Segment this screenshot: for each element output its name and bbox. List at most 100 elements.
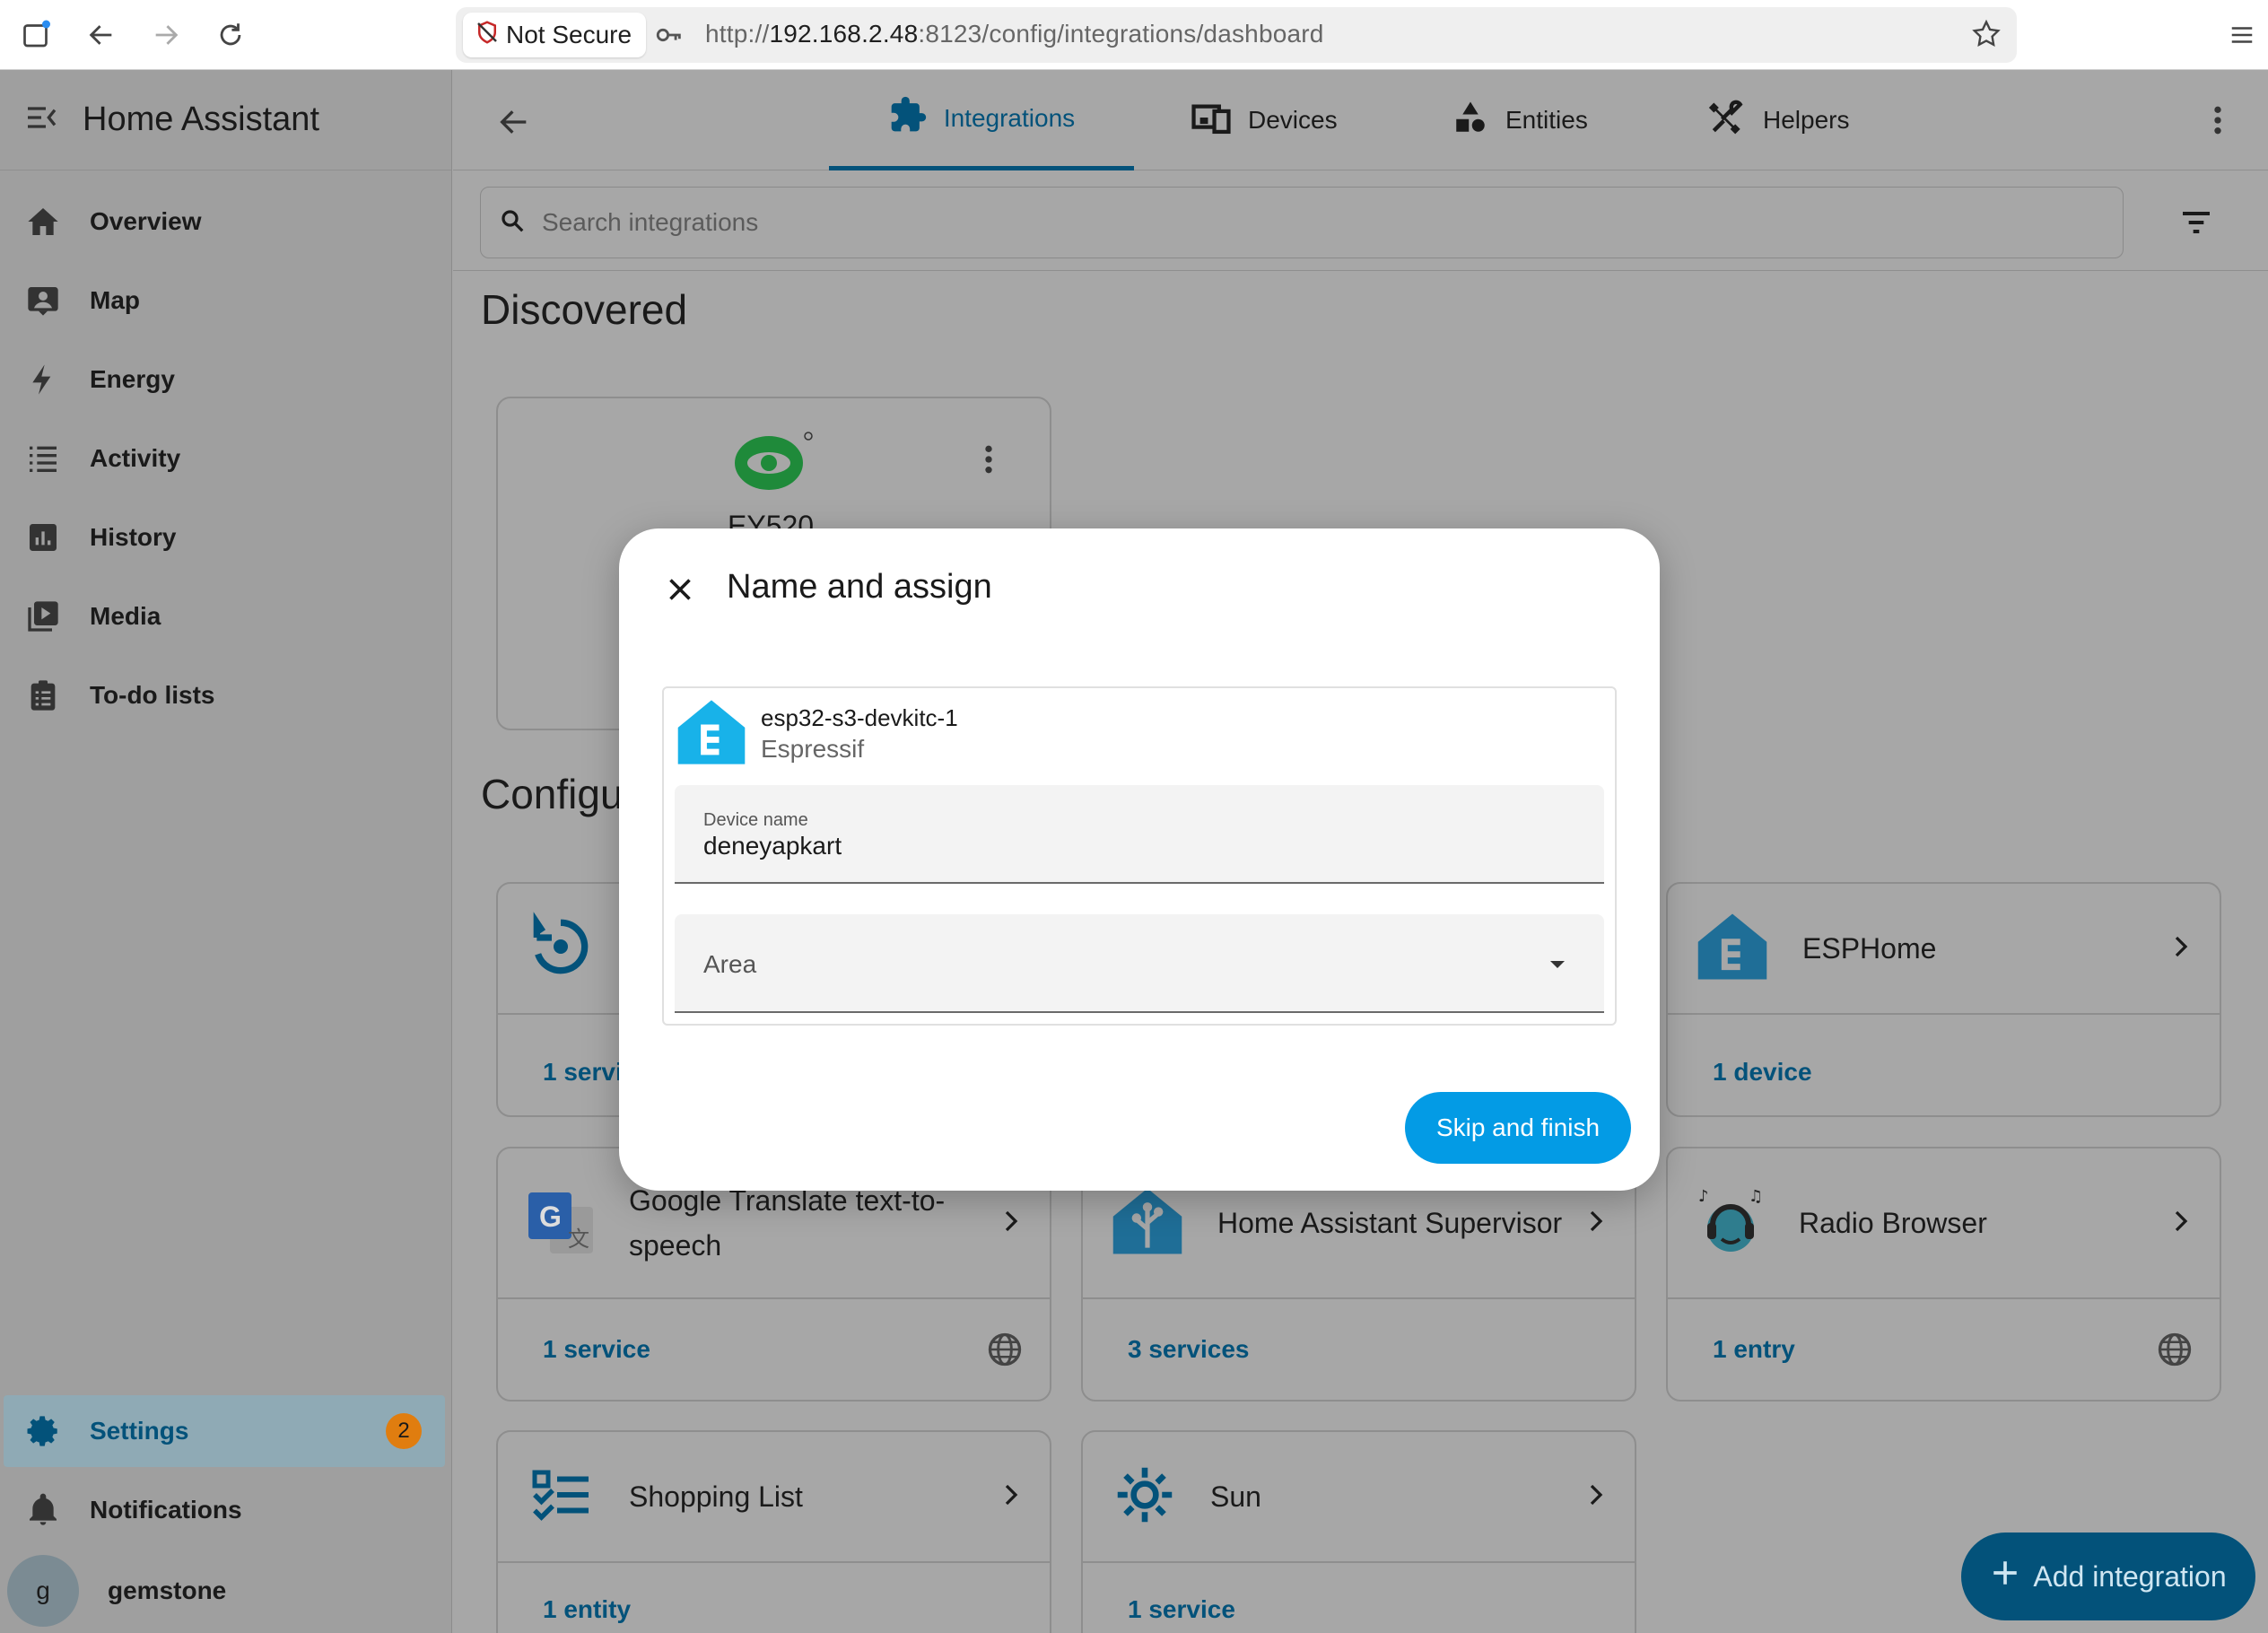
card-header: ♪ ♫ Radio Browser	[1668, 1148, 2220, 1299]
chart-icon	[23, 518, 63, 557]
sidebar-item-label: Notifications	[90, 1496, 242, 1524]
star-icon[interactable]	[1970, 18, 2002, 55]
card-footer[interactable]: 1 device	[1713, 1058, 1812, 1087]
skip-and-finish-button[interactable]: Skip and finish	[1405, 1092, 1631, 1164]
sidebar-item-overview[interactable]: Overview	[0, 186, 452, 258]
menu-icon[interactable]	[2221, 14, 2263, 56]
card-name: Shopping List	[629, 1480, 803, 1513]
svg-text:♫: ♫	[1749, 1187, 1763, 1206]
dialog-title: Name and assign	[727, 568, 992, 606]
globe-icon	[2155, 1330, 2194, 1374]
card-footer[interactable]: 1 servi	[543, 1058, 623, 1087]
devices-icon	[1191, 100, 1232, 142]
close-icon[interactable]	[655, 564, 705, 615]
filter-icon[interactable]	[2178, 205, 2214, 245]
tab-label: Entities	[1505, 106, 1588, 134]
browser-toolbar: Not Secure http://192.168.2.48:8123/conf…	[0, 0, 2268, 70]
device-panel: esp32-s3-devkitc-1 Espressif Device name…	[662, 686, 1617, 1026]
gear-icon	[23, 1411, 63, 1451]
not-secure-chip[interactable]: Not Secure	[463, 13, 647, 57]
area-label: Area	[703, 950, 757, 978]
sidebar-item-label: Activity	[90, 444, 181, 472]
puzzle-icon	[888, 95, 928, 141]
chevron-right-icon[interactable]	[2168, 933, 2194, 965]
address-bar[interactable]: Not Secure http://192.168.2.48:8123/conf…	[456, 7, 2017, 63]
integration-card-sun[interactable]: Sun 1 service	[1081, 1430, 1636, 1633]
back-icon[interactable]	[81, 14, 122, 56]
tab-helpers[interactable]: Helpers	[1707, 70, 1849, 170]
shield-off-icon	[474, 19, 501, 52]
sidebar-title: Home Assistant	[83, 100, 319, 138]
backup-icon	[525, 911, 597, 987]
plus-icon	[1990, 1558, 2020, 1595]
radio-browser-icon: ♪ ♫	[1695, 1185, 1766, 1262]
key-icon[interactable]	[653, 20, 685, 55]
device-name-field[interactable]: Device name	[675, 785, 1604, 884]
menu-collapse-icon[interactable]	[23, 100, 59, 140]
home-icon	[23, 202, 63, 241]
user-name: gemstone	[108, 1576, 227, 1604]
sidebar-item-history[interactable]: History	[0, 502, 452, 573]
card-name: Radio Browser	[1799, 1207, 1987, 1239]
integration-card-radio-browser[interactable]: ♪ ♫ Radio Browser 1 entry	[1666, 1147, 2221, 1402]
card-header: ESPHome	[1668, 884, 2220, 1015]
device-manufacturer: Espressif	[761, 735, 865, 763]
back-arrow-icon[interactable]	[496, 104, 532, 144]
sidebar-item-map[interactable]: Map	[0, 265, 452, 336]
card-footer[interactable]: 3 services	[1128, 1335, 1249, 1364]
divider	[453, 270, 2268, 271]
device-name-input[interactable]	[703, 832, 1583, 860]
device-name-label: Device name	[703, 810, 808, 830]
sidebar-item-label: Media	[90, 602, 161, 630]
area-select[interactable]: Area	[675, 914, 1604, 1013]
sidebar-item-notifications[interactable]: Notifications	[0, 1474, 452, 1546]
overflow-menu-icon[interactable]	[2211, 102, 2224, 143]
chevron-right-icon[interactable]	[1583, 1481, 1609, 1513]
discovered-overflow-icon[interactable]	[982, 441, 995, 482]
forward-icon[interactable]	[145, 14, 187, 56]
sidebar: Home Assistant Overview Map Energy Activ…	[0, 70, 452, 1633]
sidebar-item-todo[interactable]: To-do lists	[0, 659, 452, 731]
sidebar-item-activity[interactable]: Activity	[0, 423, 452, 494]
search-input[interactable]	[542, 208, 2067, 237]
chevron-right-icon[interactable]	[1583, 1208, 1609, 1239]
not-secure-label: Not Secure	[506, 21, 632, 48]
chevron-right-icon[interactable]	[998, 1208, 1025, 1239]
add-integration-button[interactable]: Add integration	[1961, 1533, 2255, 1620]
chevron-right-icon[interactable]	[2168, 1208, 2194, 1239]
card-footer[interactable]: 1 service	[543, 1335, 650, 1364]
sidebar-item-user[interactable]: g gemstone	[0, 1553, 452, 1629]
tab-entities[interactable]: Entities	[1452, 70, 1588, 170]
card-footer[interactable]: 1 service	[1128, 1595, 1235, 1624]
tab-icon[interactable]	[16, 14, 57, 56]
sidebar-item-label: Map	[90, 286, 140, 314]
sidebar-item-energy[interactable]: Energy	[0, 344, 452, 415]
card-header: Sun	[1083, 1432, 1635, 1563]
sidebar-item-settings[interactable]: Settings 2	[4, 1395, 445, 1467]
card-footer[interactable]: 1 entry	[1713, 1335, 1795, 1364]
tab-label: Devices	[1248, 106, 1338, 134]
svg-text:♪: ♪	[1698, 1187, 1709, 1206]
top-app-bar: Integrations Devices Entities Helpers	[453, 70, 2268, 170]
sidebar-item-media[interactable]: Media	[0, 581, 452, 652]
configured-title: Configu	[481, 771, 624, 817]
card-footer[interactable]: 1 entity	[543, 1595, 631, 1624]
dropdown-arrow-icon[interactable]	[1547, 957, 1568, 976]
sun-icon	[1115, 1465, 1174, 1529]
svg-text:G: G	[539, 1201, 562, 1233]
tab-devices[interactable]: Devices	[1191, 70, 1338, 170]
reload-icon[interactable]	[210, 14, 251, 56]
url-text: http://192.168.2.48:8123/config/integrat…	[705, 20, 1324, 48]
integration-card-esphome[interactable]: ESPHome 1 device	[1666, 882, 2221, 1117]
esphome-icon	[1695, 911, 1770, 987]
svg-text:文: 文	[568, 1227, 589, 1252]
integration-card-shopping-list[interactable]: Shopping List 1 entity	[496, 1430, 1051, 1633]
device-model: esp32-s3-devkitc-1	[761, 704, 958, 731]
tab-integrations[interactable]: Integrations	[829, 70, 1134, 170]
discovered-title: Discovered	[481, 286, 688, 333]
tab-label: Integrations	[943, 103, 1076, 132]
search-field[interactable]	[480, 187, 2124, 258]
search-icon	[499, 207, 526, 239]
list-icon	[23, 439, 63, 478]
chevron-right-icon[interactable]	[998, 1481, 1025, 1513]
